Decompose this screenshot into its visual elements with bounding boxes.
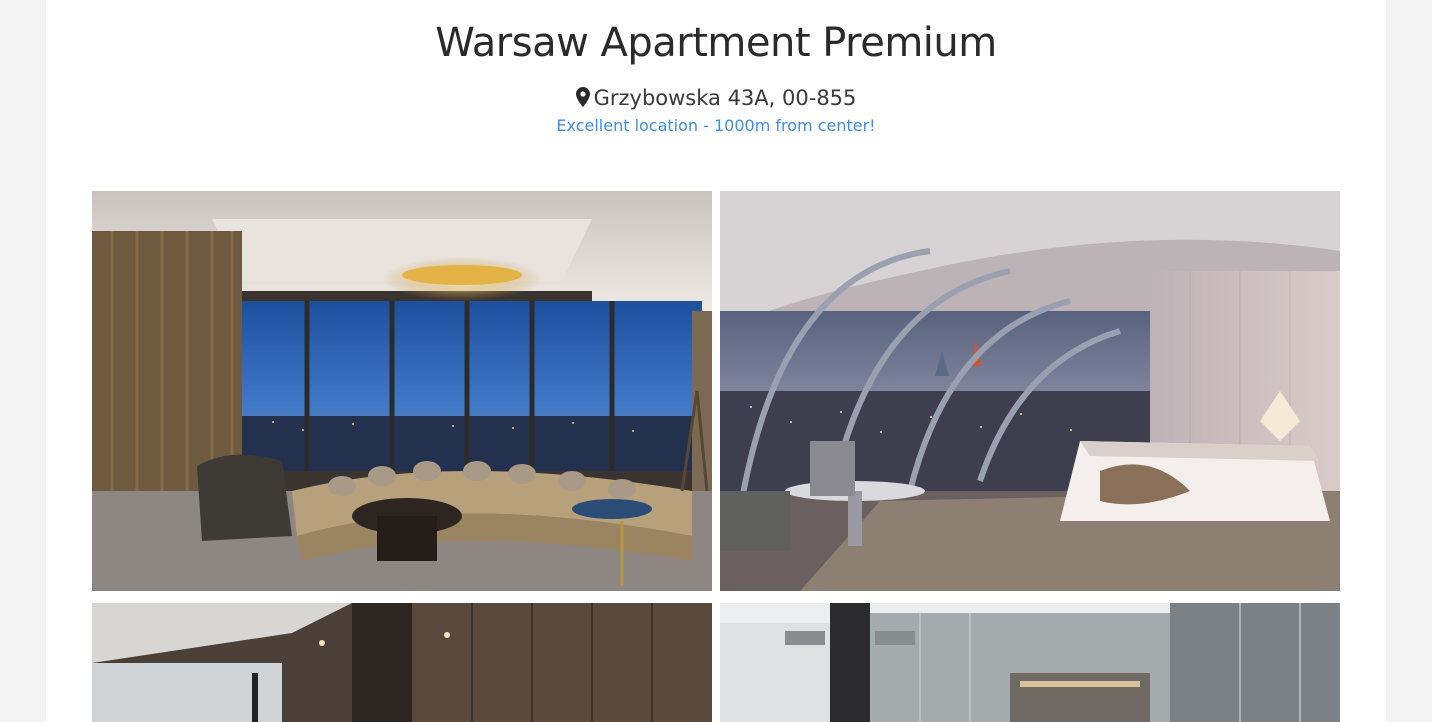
address-line: Grzybowska 43A, 00-855 (46, 84, 1386, 114)
page-title: Warsaw Apartment Premium (435, 20, 997, 66)
map-marker-icon (575, 86, 590, 114)
living-room-photo[interactable] (92, 191, 712, 591)
kitchen-photo[interactable] (92, 603, 712, 722)
location-note: Excellent location - 1000m from center! (556, 116, 876, 135)
bedroom-photo[interactable] (720, 191, 1340, 591)
bathroom-photo[interactable] (720, 603, 1340, 722)
address-text: Grzybowska 43A, 00-855 (593, 86, 857, 110)
listing-page: Warsaw Apartment Premium Grzybowska 43A,… (46, 0, 1386, 722)
